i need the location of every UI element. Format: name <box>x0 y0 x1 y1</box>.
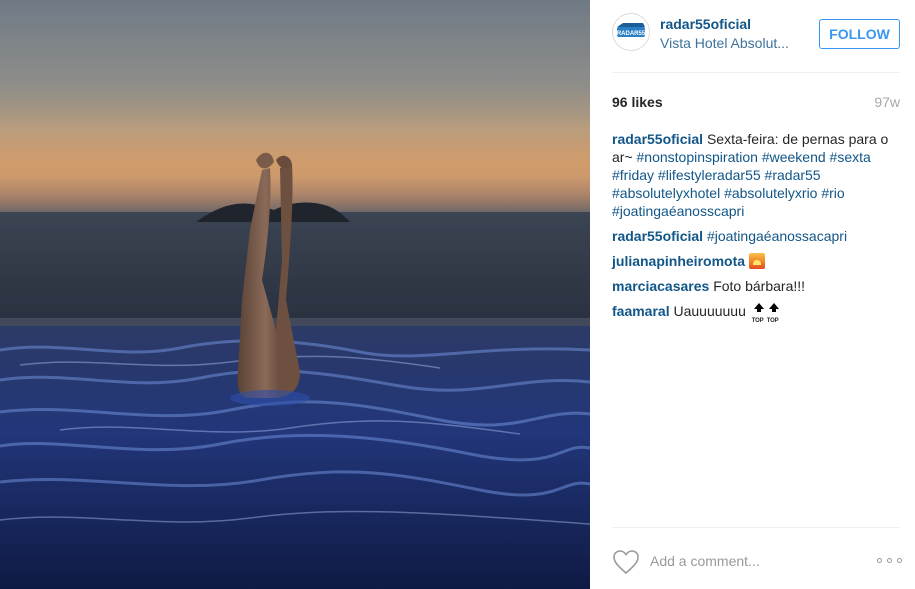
hashtag[interactable]: #joatingaéanosscapri <box>612 203 744 219</box>
hashtag[interactable]: #weekend <box>762 149 826 165</box>
radar55-logo-icon: RADAR55 <box>614 15 648 49</box>
list-item: marciacasares Foto bárbara!!! <box>612 277 902 295</box>
post-username[interactable]: radar55oficial <box>660 16 751 32</box>
post-details-panel: RADAR55 radar55oficial Vista Hotel Absol… <box>590 0 915 589</box>
comment-username[interactable]: faamaral <box>612 303 670 319</box>
hashtag[interactable]: #friday <box>612 167 654 183</box>
dot-icon <box>897 558 902 563</box>
avatar-logo-text: RADAR55 <box>617 31 646 37</box>
dot-icon <box>887 558 892 563</box>
list-item: radar55oficial Sexta-feira: de pernas pa… <box>612 130 902 220</box>
comment-text: Uauuuuuuu <box>673 303 746 319</box>
comment-username[interactable]: radar55oficial <box>612 228 703 244</box>
hashtag[interactable]: #nonstopinspiration <box>637 149 758 165</box>
more-options-icon[interactable] <box>877 553 903 569</box>
top-arrow-icon: TOP <box>752 303 765 324</box>
post-photo <box>0 0 590 589</box>
comment-username[interactable]: marciacasares <box>612 278 709 294</box>
hashtag[interactable]: #rio <box>821 185 844 201</box>
comment-footer <box>590 527 915 589</box>
hashtag[interactable]: #radar55 <box>765 167 821 183</box>
hashtag[interactable]: #sexta <box>830 149 871 165</box>
header-divider <box>612 72 900 73</box>
likes-count[interactable]: 96 likes <box>612 94 663 110</box>
list-item: faamaral Uauuuuuuu TOP TOP <box>612 302 902 324</box>
avatar[interactable]: RADAR55 <box>612 13 650 51</box>
heart-icon[interactable] <box>612 549 640 575</box>
dot-icon <box>877 558 882 563</box>
comment-username[interactable]: radar55oficial <box>612 131 703 147</box>
comments-list: radar55oficial Sexta-feira: de pernas pa… <box>612 130 902 327</box>
follow-button[interactable]: FOLLOW <box>819 19 900 49</box>
comment-username[interactable]: julianapinheiromota <box>612 253 745 269</box>
hashtag[interactable]: #absolutelyxhotel <box>612 185 720 201</box>
comment-text: Foto bárbara!!! <box>713 278 806 294</box>
hashtag[interactable]: #lifestyleradar55 <box>658 167 761 183</box>
hashtag[interactable]: #joatingaéanossacapri <box>707 228 847 244</box>
post-header: RADAR55 radar55oficial Vista Hotel Absol… <box>590 0 915 72</box>
post-location[interactable]: Vista Hotel Absolut... <box>660 35 810 51</box>
post-time[interactable]: 97w <box>874 94 900 110</box>
add-comment-input[interactable] <box>650 547 850 575</box>
top-arrow-icon: TOP <box>767 303 780 324</box>
photo-scene <box>0 110 590 589</box>
list-item: radar55oficial #joatingaéanossacapri <box>612 227 902 245</box>
sunset-emoji-icon <box>748 253 765 269</box>
hashtag[interactable]: #absolutelyxrio <box>724 185 817 201</box>
list-item: julianapinheiromota <box>612 252 902 270</box>
